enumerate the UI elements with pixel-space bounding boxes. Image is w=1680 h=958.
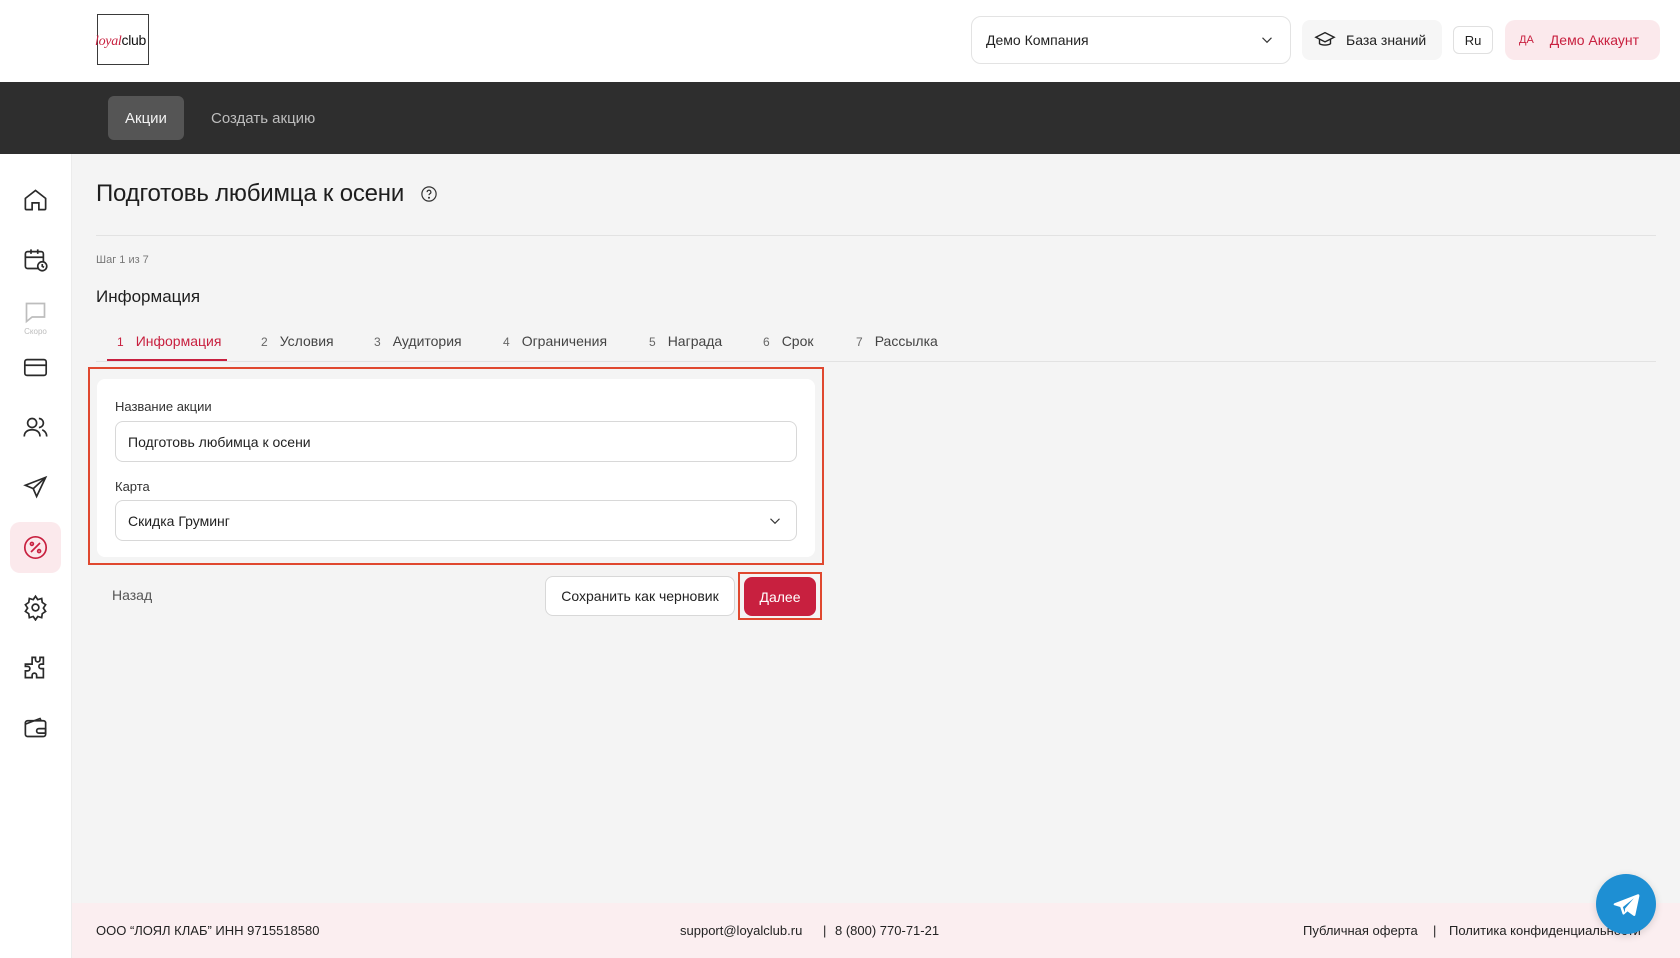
language-switch[interactable]: Ru (1453, 26, 1493, 54)
card-select[interactable]: Скидка Груминг (115, 500, 797, 541)
sidebar-item-mailings[interactable] (10, 462, 61, 513)
home-icon (24, 189, 47, 211)
step-reward[interactable]: 5 Награда (649, 333, 722, 349)
title-divider (96, 235, 1656, 236)
loyalclub-logo[interactable]: loyalclub (95, 14, 149, 65)
page-title-text: Подготовь любимца к осени (96, 180, 405, 207)
footer-separator: | (823, 923, 827, 938)
telegram-icon (1613, 894, 1640, 916)
step-counter: Шаг 1 из 7 (96, 254, 149, 266)
step-number: 3 (374, 335, 381, 349)
sidebar-item-integrations[interactable] (10, 642, 61, 693)
knowledge-base-label: База знаний (1346, 32, 1427, 48)
step-mailing[interactable]: 7 Рассылка (856, 333, 938, 349)
chat-icon (25, 302, 46, 324)
chevron-down-icon (770, 518, 780, 525)
card-label: Карта (115, 479, 150, 494)
sidebar-item-clients[interactable] (10, 402, 61, 453)
step-label: Условия (279, 333, 334, 349)
sidebar-item-home[interactable] (10, 174, 61, 225)
active-step-underline (107, 359, 227, 361)
step-label: Награда (667, 333, 723, 349)
users-icon (23, 417, 48, 437)
sidebar-item-promotions[interactable] (10, 522, 61, 573)
section-nav: Акции Создать акцию (0, 82, 1680, 154)
send-icon (23, 475, 48, 499)
graduation-cap-icon (1314, 31, 1336, 46)
step-label: Информация (135, 333, 222, 349)
sidebar-item-cards[interactable] (10, 342, 61, 393)
step-label: Аудитория (392, 333, 462, 349)
section-title: Информация (96, 287, 201, 306)
step-term[interactable]: 6 Срок (763, 333, 814, 349)
sidebar-item-chat: Скоро (10, 292, 61, 343)
step-label: Ограничения (521, 333, 608, 349)
card-select-value: Скидка Груминг (128, 512, 230, 529)
step-number: 4 (503, 335, 510, 349)
footer: ООО “ЛОЯЛ КЛАБ” ИНН 9715518580 support@l… (72, 903, 1680, 958)
company-select-value: Демо Компания (986, 32, 1089, 48)
account-button[interactable]: ДА Демо Аккаунт (1505, 20, 1660, 60)
step-label: Рассылка (874, 333, 938, 349)
tab-create-promotion[interactable]: Создать акцию (194, 96, 332, 140)
logo-club-text: club (121, 32, 147, 48)
step-number: 2 (261, 335, 268, 349)
sidebar-item-settings[interactable] (10, 582, 61, 633)
top-header: loyalclub Демо Компания База знаний Ru Д… (0, 0, 1680, 82)
step-number: 6 (763, 335, 770, 349)
sidebar-item-calendar[interactable] (10, 234, 61, 285)
step-number: 7 (856, 335, 863, 349)
company-select[interactable]: Демо Компания (971, 16, 1291, 64)
footer-email[interactable]: support@loyalclub.ru (680, 923, 802, 938)
account-name: Демо Аккаунт (1549, 32, 1640, 48)
save-draft-button[interactable]: Сохранить как черновик (545, 576, 735, 616)
footer-phone[interactable]: 8 (800) 770-71-21 (835, 923, 939, 938)
chevron-down-icon (1262, 37, 1272, 44)
sidebar-item-wallet[interactable] (10, 702, 61, 753)
page-title: Подготовь любимца к осени (96, 180, 438, 208)
gear-icon (24, 594, 47, 621)
calendar-clock-icon (24, 249, 48, 272)
tab-promotions[interactable]: Акции (108, 96, 184, 140)
step-number: 1 (117, 335, 124, 349)
avatar: ДА (1519, 34, 1534, 46)
telegram-button[interactable] (1596, 874, 1656, 934)
promotion-name-label: Название акции (115, 399, 212, 414)
step-number: 5 (649, 335, 656, 349)
step-conditions[interactable]: 2 Условия (261, 333, 334, 349)
wallet-icon (24, 717, 47, 738)
sidebar: Скоро (0, 154, 72, 958)
step-restrictions[interactable]: 4 Ограничения (503, 333, 607, 349)
step-audience[interactable]: 3 Аудитория (374, 333, 462, 349)
footer-company: ООО “ЛОЯЛ КЛАБ” ИНН 9715518580 (96, 923, 320, 938)
promotion-name-input[interactable]: Подготовь любимца к осени (115, 421, 797, 462)
footer-offer-link[interactable]: Публичная оферта (1303, 923, 1418, 938)
logo-loyal-text: loyal (95, 34, 122, 49)
next-button[interactable]: Далее (744, 577, 816, 616)
footer-separator: | (1433, 923, 1437, 938)
step-label: Срок (781, 333, 814, 349)
back-button[interactable]: Назад (112, 587, 152, 603)
stepper: 1 Информация 2 Условия 3 Аудитория 4 Огранич… (96, 326, 1656, 362)
help-icon[interactable] (420, 185, 438, 203)
soon-badge: Скоро (24, 327, 47, 336)
card-icon (23, 358, 48, 377)
percent-icon (23, 535, 48, 560)
puzzle-icon (24, 656, 45, 679)
knowledge-base-button[interactable]: База знаний (1302, 20, 1442, 60)
step-information[interactable]: 1 Информация (117, 333, 221, 349)
